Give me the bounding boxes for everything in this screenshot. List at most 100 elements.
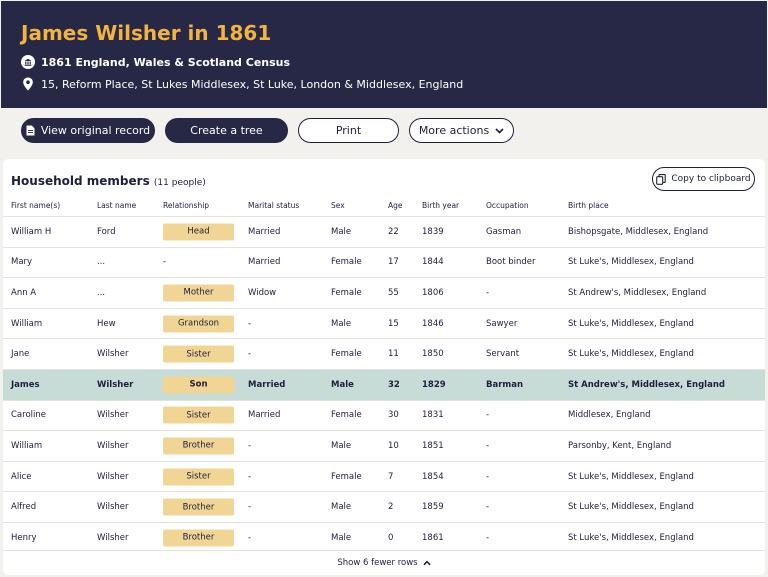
print-button[interactable]: Print	[298, 118, 399, 143]
col-age: Age	[388, 201, 403, 210]
census-name: 1861 England, Wales & Scotland Census	[41, 55, 291, 69]
cell-first-name: Ann A	[11, 287, 37, 298]
document-icon	[26, 125, 35, 136]
relationship-tag: Head	[163, 223, 234, 241]
cell-sex: Male	[331, 532, 352, 543]
relationship-tag: Son	[163, 376, 234, 394]
cell-age: 22	[388, 226, 399, 237]
table-row: William Wilsher Brother - Male 10 1851 - Parsonb…	[3, 430, 765, 461]
cell-relationship: -	[163, 257, 167, 268]
cell-marital-status: Married	[248, 257, 281, 268]
cell-sex: Male	[331, 502, 352, 513]
col-last-name: Last name	[97, 201, 137, 210]
copy-to-clipboard-button[interactable]: Copy to clipboard	[652, 167, 755, 191]
cell-sex: Male	[331, 318, 352, 329]
table-row: Henry Wilsher Brother - Male 0 1861 - St Luke's,…	[3, 521, 765, 553]
household-card: Household members (11 people) Copy to cl…	[3, 159, 765, 575]
cell-occupation: Gasman	[486, 226, 522, 237]
table-row: James Wilsher Son Married Male 32 1829 Barman St…	[3, 368, 765, 400]
cell-marital-status: -	[248, 471, 252, 482]
relationship-tag: Brother	[163, 498, 234, 516]
cell-occupation: Servant	[486, 349, 520, 360]
cell-sex: Female	[331, 287, 362, 298]
cell-age: 15	[388, 318, 399, 329]
cell-marital-status: Married	[248, 410, 281, 421]
cell-occupation: -	[486, 471, 490, 482]
page-title: James Wilsher in 1861	[21, 21, 272, 45]
table-row: Alfred Wilsher Brother - Male 2 1859 - St Luke's…	[3, 491, 765, 522]
cell-sex: Male	[331, 440, 352, 451]
cell-birth-place: Bishopsgate, Middlesex, England	[568, 226, 709, 237]
cell-first-name: Alfred	[11, 502, 37, 513]
show-fewer-label: Show 6 fewer rows	[337, 558, 418, 568]
cell-occupation: Barman	[486, 379, 524, 390]
cell-birth-place: St Luke's, Middlesex, England	[568, 532, 694, 543]
cell-last-name: Wilsher	[97, 349, 129, 360]
cell-birth-year: 1831	[422, 410, 444, 421]
cell-birth-year: 1829	[422, 379, 446, 390]
relationship-tag: Mother	[163, 284, 234, 302]
chevron-up-icon	[423, 560, 431, 566]
copy-icon	[656, 173, 667, 185]
cell-first-name: Mary	[11, 257, 33, 268]
cell-occupation: -	[486, 440, 490, 451]
cell-last-name: Ford	[97, 226, 116, 237]
cell-age: 7	[388, 471, 394, 482]
cell-occupation: -	[486, 502, 490, 513]
cell-last-name: ...	[97, 257, 106, 268]
col-birth-place: Birth place	[568, 201, 609, 210]
cell-last-name: Wilsher	[97, 440, 129, 451]
cell-birth-year: 1850	[422, 349, 444, 360]
col-marital-status: Marital status	[248, 201, 300, 210]
relationship-tag: Sister	[163, 468, 234, 486]
cell-birth-year: 1846	[422, 318, 444, 329]
create-tree-label: Create a tree	[190, 124, 263, 137]
household-count: (11 people)	[153, 178, 206, 188]
table-row: William Hew Grandson - Male 15 1846 Sawyer St Lu…	[3, 307, 765, 339]
cell-last-name: Wilsher	[97, 502, 129, 513]
cell-birth-place: St Luke's, Middlesex, England	[568, 502, 694, 513]
cell-sex: Male	[331, 226, 352, 237]
cell-marital-status: Married	[248, 379, 286, 390]
show-fewer-rows-button[interactable]: Show 6 fewer rows	[3, 550, 765, 575]
cell-birth-place: St Luke's, Middlesex, England	[568, 257, 694, 268]
cell-birth-year: 1859	[422, 502, 444, 513]
cell-last-name: Wilsher	[97, 532, 129, 543]
action-bar: View original record Create a tree Print…	[21, 118, 514, 143]
cell-age: 0	[388, 532, 394, 543]
view-original-record-button[interactable]: View original record	[21, 118, 155, 143]
cell-last-name: ...	[97, 287, 106, 298]
table-row: Mary... - Married Female 17 1844 Boot binder St…	[3, 246, 765, 278]
cell-sex: Female	[331, 471, 362, 482]
census-line: 1861 England, Wales & Scotland Census	[21, 55, 290, 69]
cell-occupation: Sawyer	[486, 318, 518, 329]
table-row: William H Ford Head Married Male 22 1839 Gasman…	[3, 216, 765, 247]
cell-birth-place: St Luke's, Middlesex, England	[568, 471, 694, 482]
cell-birth-year: 1806	[422, 287, 444, 298]
cell-age: 32	[388, 379, 400, 390]
cell-marital-status: Married	[248, 226, 281, 237]
cell-first-name: William	[11, 440, 43, 451]
cell-sex: Female	[331, 349, 362, 360]
cell-marital-status: -	[248, 532, 252, 543]
cell-birth-place: St Andrew's, Middlesex, England	[568, 379, 725, 390]
cell-last-name: Wilsher	[97, 379, 134, 390]
cell-birth-year: 1851	[422, 440, 444, 451]
cell-age: 30	[388, 410, 399, 421]
col-birth-year: Birth year	[422, 201, 460, 210]
view-original-label: View original record	[40, 124, 151, 137]
create-tree-button[interactable]: Create a tree	[165, 118, 288, 143]
more-actions-button[interactable]: More actions	[409, 118, 514, 143]
location-pin-icon	[21, 77, 35, 91]
cell-marital-status: -	[248, 318, 252, 329]
table-row: Alice Wilsher Sister - Female 7 1854 - St Luke's…	[3, 460, 765, 492]
col-first-name: First name(s)	[11, 201, 61, 210]
cell-occupation: -	[486, 287, 490, 298]
record-header: James Wilsher in 1861 1861 England, Wale…	[1, 1, 767, 108]
cell-birth-place: St Andrew's, Middlesex, England	[568, 287, 707, 298]
table-row: Caroline Wilsher Sister Married Female 30 1831…	[3, 399, 765, 431]
cell-last-name: Wilsher	[97, 410, 129, 421]
cell-birth-year: 1839	[422, 226, 444, 237]
cell-birth-place: St Luke's, Middlesex, England	[568, 318, 694, 329]
chevron-down-icon	[495, 127, 504, 134]
